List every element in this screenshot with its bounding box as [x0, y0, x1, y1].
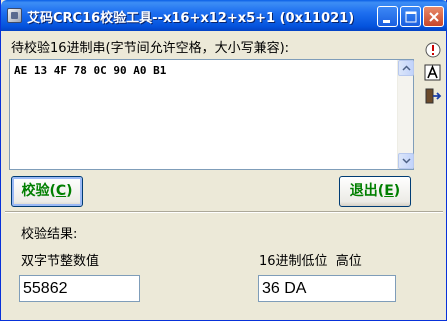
exit-accel-key: E	[384, 183, 394, 199]
info-icon[interactable]	[424, 41, 442, 59]
chevron-up-icon	[402, 65, 411, 71]
chevron-down-icon	[402, 158, 411, 164]
result-section-label: 校验结果:	[21, 227, 78, 242]
close-icon	[429, 12, 439, 22]
scroll-down-button[interactable]	[398, 153, 414, 169]
int-value-label: 双字节整数值	[21, 254, 100, 269]
separator	[5, 211, 443, 213]
hex-value-label: 16进制低位 高位	[259, 254, 362, 269]
maximize-icon	[405, 11, 417, 23]
verify-button-tail: )	[66, 183, 73, 199]
maximize-button[interactable]	[400, 6, 421, 27]
close-button[interactable]	[423, 6, 444, 27]
title-bar[interactable]: 艾码CRC16校验工具--x16+x12+x5+1 (0x11021)	[1, 0, 447, 31]
app-window: 艾码CRC16校验工具--x16+x12+x5+1 (0x11021) 待校验1…	[0, 0, 447, 321]
hex-value-field[interactable]: 36 DA	[258, 275, 396, 302]
exit-button[interactable]: 退出(E)	[339, 176, 411, 207]
app-icon	[7, 8, 22, 23]
exit-button-tail: )	[393, 183, 401, 199]
hex-input[interactable]: AE 13 4F 78 0C 90 A0 B1	[9, 59, 414, 170]
verify-button-label: 校验(	[21, 183, 56, 199]
scroll-up-button[interactable]	[398, 60, 414, 76]
exit-button-label: 退出(	[349, 183, 385, 199]
hex-input-value[interactable]: AE 13 4F 78 0C 90 A0 B1	[14, 64, 166, 77]
verify-button[interactable]: 校验(C)	[11, 176, 83, 207]
verify-accel-key: C	[55, 183, 67, 199]
vertical-scrollbar[interactable]	[397, 60, 414, 169]
minimize-button[interactable]	[377, 6, 398, 27]
minimize-icon	[383, 20, 390, 23]
int-value-field[interactable]: 55862	[19, 275, 140, 302]
exit-icon[interactable]	[424, 87, 442, 105]
window-title: 艾码CRC16校验工具--x16+x12+x5+1 (0x11021)	[27, 11, 355, 26]
input-label: 待校验16进制串(字节间允许空格，大小写兼容):	[11, 41, 290, 56]
font-icon[interactable]	[424, 64, 442, 82]
